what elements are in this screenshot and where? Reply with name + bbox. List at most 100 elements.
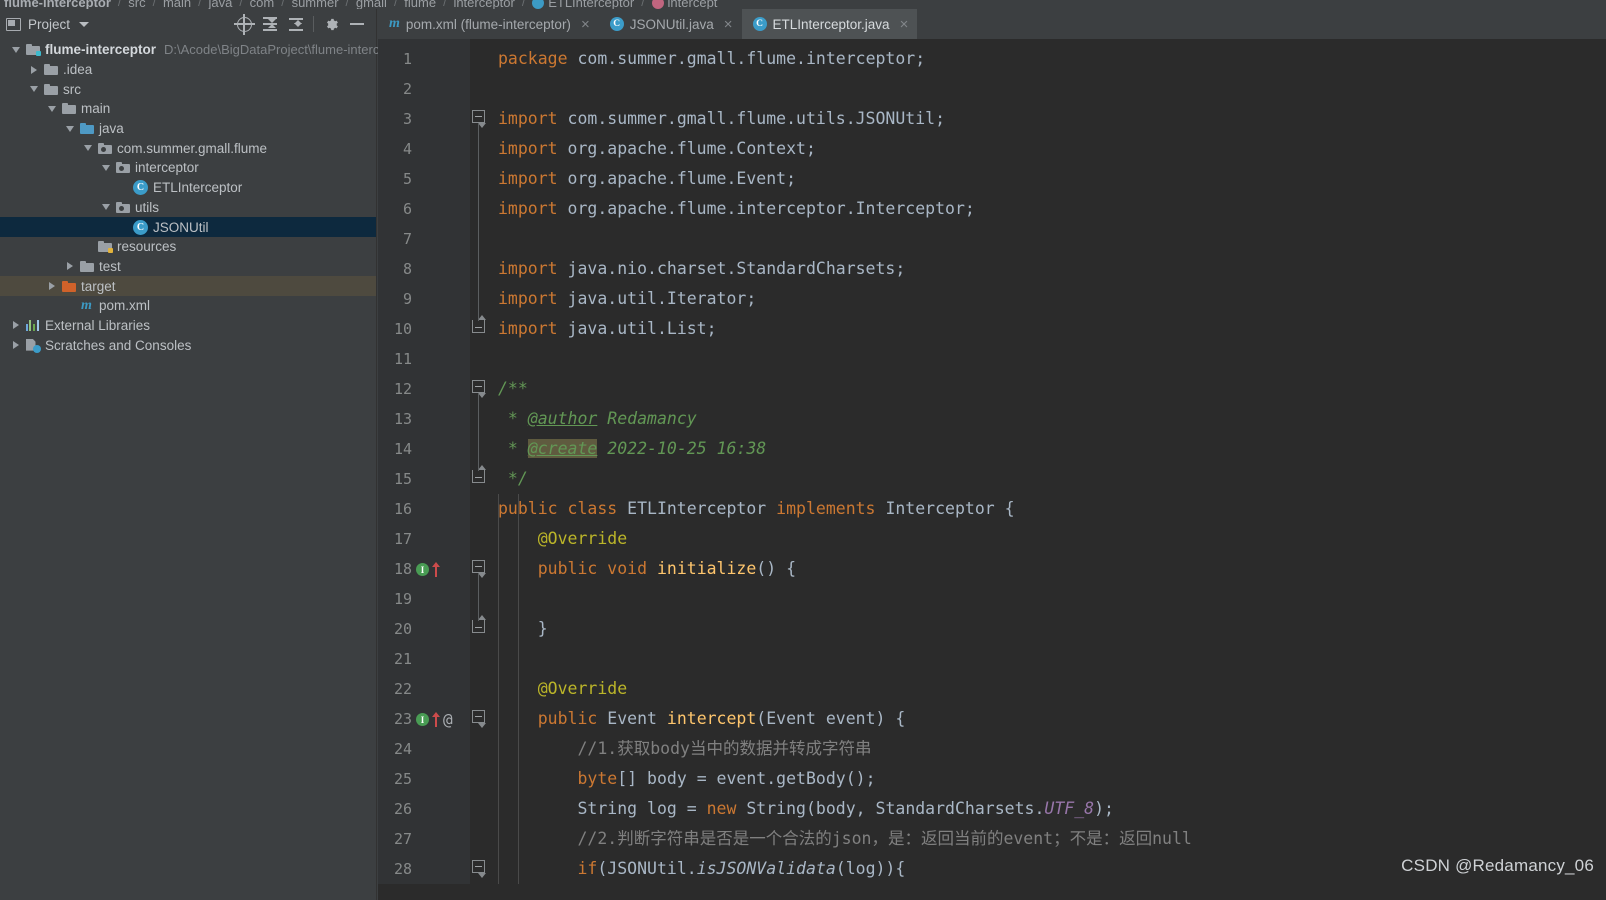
- code-viewport[interactable]: 1 2 3 4 5 6 7 8 9 10 11 12 13 14 15 16 17 18 I 19 20 21 22 23 I @…: [378, 39, 1606, 900]
- gutter-line[interactable]: 15: [378, 464, 470, 494]
- tree-row[interactable]: java: [0, 119, 376, 139]
- tree-collapse-toggle[interactable]: [8, 46, 24, 53]
- editor-tab[interactable]: C ETLInterceptor.java ×: [741, 9, 918, 39]
- gutter-line[interactable]: 23 I @: [378, 704, 470, 734]
- breadcrumb-item-interceptor[interactable]: interceptor: [451, 0, 516, 9]
- chevron-down-icon[interactable]: [79, 21, 90, 27]
- implements-marker-icon[interactable]: I: [416, 713, 429, 726]
- tree-row[interactable]: C JSONUtil: [0, 217, 376, 237]
- gutter-line[interactable]: 1: [378, 44, 470, 74]
- tree-expand-toggle[interactable]: [44, 282, 60, 291]
- breadcrumb-item-summer[interactable]: summer: [290, 0, 341, 9]
- project-panel-title-group[interactable]: Project: [6, 17, 90, 32]
- tree-row[interactable]: m pom.xml: [0, 296, 376, 316]
- breadcrumb-item-flume-interceptor[interactable]: flume-interceptor: [2, 0, 113, 9]
- close-icon[interactable]: ×: [724, 17, 733, 32]
- gutter-line[interactable]: 20: [378, 614, 470, 644]
- gutter-line[interactable]: 12: [378, 374, 470, 404]
- fold-region-end-icon[interactable]: [472, 465, 486, 483]
- tree-row[interactable]: main: [0, 99, 376, 119]
- gutter-line[interactable]: 8: [378, 254, 470, 284]
- gutter-line[interactable]: 18 I: [378, 554, 470, 584]
- tree-expand-toggle[interactable]: [8, 321, 24, 330]
- gutter-line[interactable]: 25: [378, 764, 470, 794]
- tree-collapse-toggle[interactable]: [44, 105, 60, 112]
- tree-expand-toggle[interactable]: [62, 262, 78, 271]
- gutter-line[interactable]: 11: [378, 344, 470, 374]
- fold-region-end-icon[interactable]: [472, 615, 486, 633]
- editor-tab[interactable]: C JSONUtil.java ×: [599, 9, 742, 39]
- close-icon[interactable]: ×: [900, 17, 909, 32]
- tree-row[interactable]: External Libraries: [0, 316, 376, 336]
- gutter-line[interactable]: 28: [378, 854, 470, 884]
- gutter-line[interactable]: 17: [378, 524, 470, 554]
- fold-collapse-icon[interactable]: [472, 110, 486, 128]
- code-folding-gutter[interactable]: [470, 39, 488, 884]
- breadcrumb-item-com[interactable]: com: [248, 0, 277, 9]
- fold-collapse-icon[interactable]: [472, 710, 486, 728]
- gutter-line[interactable]: 4: [378, 134, 470, 164]
- override-arrow-icon[interactable]: [431, 712, 441, 727]
- gutter-line[interactable]: 3: [378, 104, 470, 134]
- gutter-line[interactable]: 5: [378, 164, 470, 194]
- gutter-marker-group[interactable]: I @: [416, 712, 453, 728]
- breadcrumb-item-main[interactable]: main: [161, 0, 193, 9]
- collapse-all-button[interactable]: [283, 11, 309, 37]
- gutter-line[interactable]: 14: [378, 434, 470, 464]
- gutter-line[interactable]: 21: [378, 644, 470, 674]
- tree-row[interactable]: utils: [0, 198, 376, 218]
- tree-row[interactable]: flume-interceptor D:\Acode\BigDataProject…: [0, 40, 387, 60]
- gutter-marker-group[interactable]: I: [416, 562, 441, 577]
- tree-row[interactable]: resources: [0, 237, 376, 257]
- tree-row[interactable]: test: [0, 257, 376, 277]
- tree-collapse-toggle[interactable]: [98, 204, 114, 211]
- breadcrumb-item-src[interactable]: src: [126, 0, 147, 9]
- gutter-line[interactable]: 27: [378, 824, 470, 854]
- breadcrumb-item-flume[interactable]: flume: [402, 0, 438, 9]
- code-text[interactable]: package com.summer.gmall.flume.intercept…: [488, 39, 1606, 884]
- tree-row[interactable]: Scratches and Consoles: [0, 335, 376, 355]
- gutter-line[interactable]: 10: [378, 314, 470, 344]
- fold-collapse-icon[interactable]: [472, 560, 486, 578]
- breadcrumb-item-java[interactable]: java: [206, 0, 234, 9]
- tree-collapse-toggle[interactable]: [98, 164, 114, 171]
- tree-collapse-toggle[interactable]: [26, 86, 42, 93]
- breadcrumb-item-gmall[interactable]: gmall: [354, 0, 389, 9]
- annotation-marker-icon[interactable]: @: [443, 712, 453, 728]
- fold-region-end-icon[interactable]: [472, 315, 486, 333]
- tree-row[interactable]: C ETLInterceptor: [0, 178, 376, 198]
- gutter-line[interactable]: 19: [378, 584, 470, 614]
- tree-collapse-toggle[interactable]: [62, 125, 78, 132]
- gutter-line[interactable]: 26: [378, 794, 470, 824]
- hide-panel-button[interactable]: [344, 11, 370, 37]
- fold-collapse-icon[interactable]: [472, 860, 486, 878]
- fold-collapse-icon[interactable]: [472, 380, 486, 398]
- close-icon[interactable]: ×: [581, 17, 590, 32]
- settings-button[interactable]: [318, 11, 344, 37]
- tree-row[interactable]: .idea: [0, 60, 376, 80]
- tree-expand-toggle[interactable]: [26, 65, 42, 74]
- editor-tab[interactable]: m pom.xml (flume-interceptor) ×: [378, 9, 599, 39]
- gutter-line[interactable]: 24: [378, 734, 470, 764]
- implements-marker-icon[interactable]: I: [416, 563, 429, 576]
- gutter-line[interactable]: 16: [378, 494, 470, 524]
- gutter-line[interactable]: 2: [378, 74, 470, 104]
- tree-row[interactable]: target: [0, 276, 376, 296]
- gutter-line[interactable]: 7: [378, 224, 470, 254]
- line-number-gutter[interactable]: 1 2 3 4 5 6 7 8 9 10 11 12 13 14 15 16 17 18 I 19 20 21 22 23 I @…: [378, 39, 470, 884]
- expand-all-button[interactable]: [257, 11, 283, 37]
- tree-collapse-toggle[interactable]: [80, 145, 96, 152]
- tree-row[interactable]: com.summer.gmall.flume: [0, 138, 376, 158]
- override-arrow-icon[interactable]: [431, 562, 441, 577]
- breadcrumb-item-intercept[interactable]: intercept: [650, 0, 720, 9]
- breadcrumb-item-etlinterceptor[interactable]: ETLInterceptor: [530, 0, 636, 9]
- gutter-line[interactable]: 6: [378, 194, 470, 224]
- tree-expand-toggle[interactable]: [8, 341, 24, 350]
- select-opened-file-button[interactable]: [231, 11, 257, 37]
- tree-row[interactable]: src: [0, 79, 376, 99]
- tree-row[interactable]: interceptor: [0, 158, 376, 178]
- code-token: import: [498, 289, 568, 308]
- gutter-line[interactable]: 9: [378, 284, 470, 314]
- gutter-line[interactable]: 13: [378, 404, 470, 434]
- gutter-line[interactable]: 22: [378, 674, 470, 704]
